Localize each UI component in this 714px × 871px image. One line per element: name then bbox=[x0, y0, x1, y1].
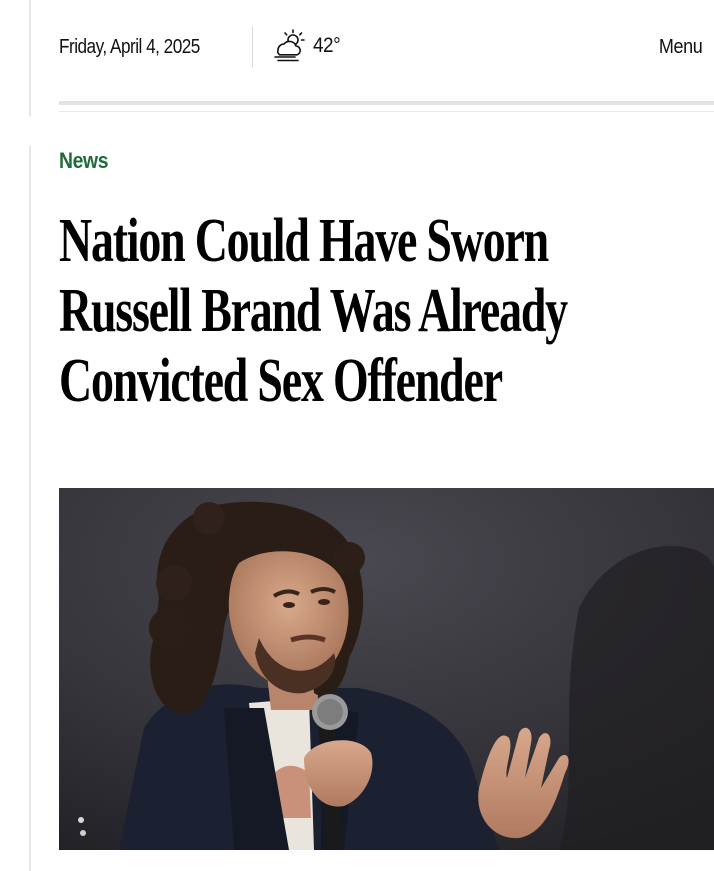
top-bar: Friday, April 4, 2025 42° Menu bbox=[59, 26, 714, 74]
section-label-news[interactable]: News bbox=[59, 148, 109, 174]
article-photo-illustration bbox=[59, 488, 714, 850]
headline-line: Convicted Sex Offender bbox=[59, 347, 503, 415]
article-photo[interactable] bbox=[59, 488, 714, 850]
header-rule-thick bbox=[59, 101, 714, 105]
left-border-bottom bbox=[29, 146, 31, 871]
menu-button[interactable]: Menu bbox=[658, 36, 702, 59]
article-headline: Nation Could Have Sworn Russell Brand Wa… bbox=[59, 206, 714, 416]
headline-line: Russell Brand Was Already bbox=[59, 277, 568, 345]
left-border-top bbox=[29, 0, 31, 116]
header-divider bbox=[252, 26, 253, 68]
weather-widget[interactable]: 42° bbox=[271, 28, 343, 64]
headline-line: Nation Could Have Sworn bbox=[59, 207, 549, 275]
header-rule-thin bbox=[59, 111, 714, 112]
partly-cloudy-sun-icon bbox=[274, 29, 305, 62]
current-date: Friday, April 4, 2025 bbox=[59, 36, 200, 58]
temperature: 42° bbox=[313, 34, 341, 57]
